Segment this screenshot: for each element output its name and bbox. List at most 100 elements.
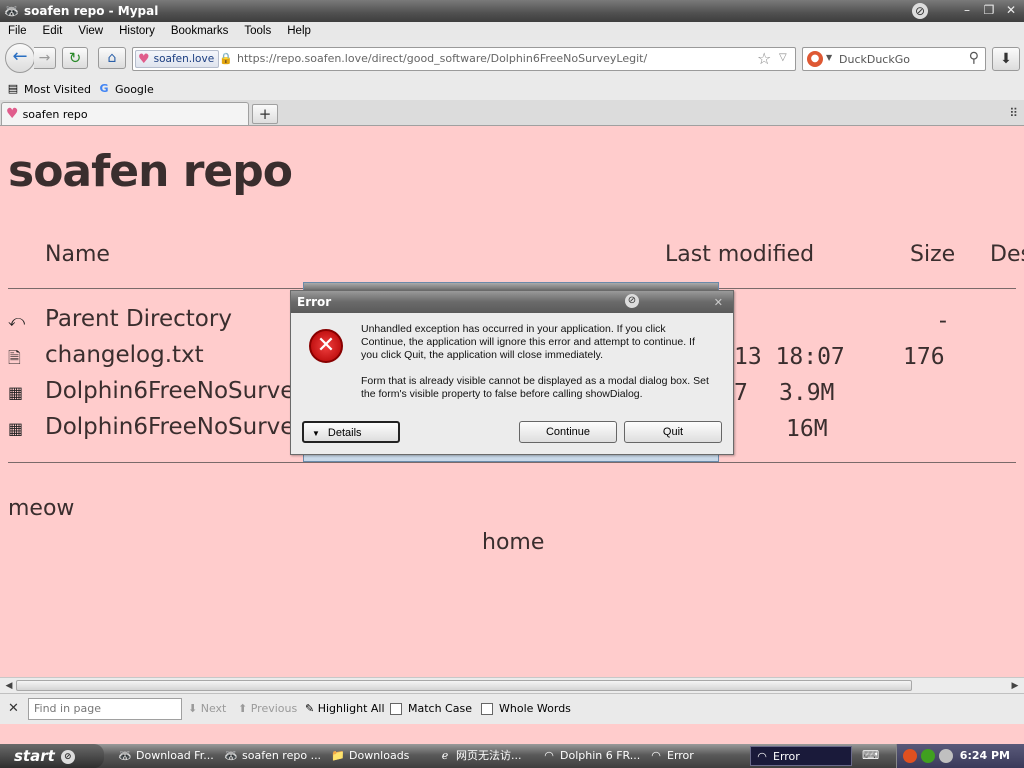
url-dropdown-icon[interactable]: ▽ bbox=[779, 52, 787, 63]
site-identity-button[interactable]: ♥ soafen.love bbox=[135, 50, 220, 68]
close-icon[interactable]: ✕ bbox=[1004, 2, 1018, 18]
tray-icon-orange[interactable] bbox=[903, 749, 917, 763]
find-next-button[interactable]: ⬇ Next bbox=[188, 702, 226, 715]
file-size: 3.9M bbox=[779, 380, 835, 406]
menu-tools[interactable]: Tools bbox=[236, 25, 279, 37]
taskbar-item-label: soafen repo ... bbox=[242, 749, 322, 762]
home-button[interactable]: ⌂ bbox=[98, 47, 126, 69]
taskbar-item-active[interactable]: ◠ Error bbox=[750, 746, 852, 766]
bookmark-most-visited[interactable]: ▤ Most Visited bbox=[6, 82, 91, 96]
divider bbox=[8, 462, 1016, 463]
reload-button[interactable]: ↻ bbox=[62, 47, 88, 69]
home-link[interactable]: home bbox=[482, 530, 544, 555]
details-button[interactable]: ▼ Details bbox=[302, 421, 400, 443]
highlight-all-label: Highlight All bbox=[317, 702, 385, 715]
match-case-label: Match Case bbox=[408, 702, 472, 715]
find-previous-button[interactable]: ⬆ Previous bbox=[238, 702, 297, 715]
browser-icon: 🦝 bbox=[224, 749, 238, 762]
highlight-all-button[interactable]: ✎ Highlight All bbox=[305, 702, 385, 715]
column-header-name[interactable]: Name bbox=[45, 242, 110, 267]
new-tab-button[interactable]: + bbox=[252, 104, 278, 124]
match-case-checkbox[interactable]: Match Case bbox=[390, 702, 472, 715]
downloads-button[interactable]: ⬇ bbox=[992, 47, 1020, 71]
dialog-close-icon[interactable]: ✕ bbox=[714, 296, 723, 309]
restore-icon[interactable]: ❐ bbox=[982, 2, 996, 18]
taskbar-item[interactable]: 🦝 soafen repo ... bbox=[220, 746, 322, 766]
bookmark-google[interactable]: G Google bbox=[97, 82, 153, 96]
dolphin-icon: ◠ bbox=[757, 750, 767, 763]
menu-edit[interactable]: Edit bbox=[35, 25, 71, 37]
taskbar-item[interactable]: ℯ 网页无法访... bbox=[434, 746, 532, 766]
column-header-description[interactable]: Des bbox=[990, 242, 1024, 267]
theme-badge-icon: ⊘ bbox=[912, 3, 928, 19]
window-controls: – ❐ ✕ bbox=[960, 2, 1018, 18]
whole-words-checkbox[interactable]: Whole Words bbox=[481, 702, 571, 715]
duckduckgo-icon[interactable]: ● bbox=[807, 51, 823, 67]
plus-icon: + bbox=[258, 105, 272, 123]
bookmark-star-icon[interactable]: ☆ bbox=[757, 49, 771, 68]
page-title: soafen repo bbox=[8, 146, 293, 197]
arrow-down-icon: ⬇ bbox=[188, 702, 198, 715]
taskbar-item[interactable]: 📁 Downloads bbox=[327, 746, 427, 766]
taskbar-item[interactable]: 🦝 Download Fr... bbox=[114, 746, 214, 766]
taskbar-item[interactable]: ◠ Dolphin 6 FR... bbox=[538, 746, 640, 766]
horizontal-scrollbar[interactable]: ◀ ▶ bbox=[0, 677, 1024, 693]
menu-bookmarks[interactable]: Bookmarks bbox=[163, 25, 237, 37]
google-icon: G bbox=[99, 82, 109, 95]
dialog-title: Error bbox=[291, 291, 733, 313]
favicon-heart-icon: ♥ bbox=[6, 106, 19, 122]
tab-bar: ♥ soafen repo + ⠿ bbox=[0, 100, 1024, 126]
taskbar-item[interactable]: ◠ Error bbox=[645, 746, 743, 766]
tray-icon-gray[interactable] bbox=[939, 749, 953, 763]
back-button[interactable]: ← bbox=[5, 43, 35, 73]
keyboard-icon[interactable]: ⌨ bbox=[862, 748, 879, 764]
find-input[interactable]: Find in page bbox=[28, 698, 182, 720]
file-size: 16M bbox=[786, 416, 828, 442]
whole-words-label: Whole Words bbox=[499, 702, 571, 715]
file-link[interactable]: Dolphin6FreeNoSurveyL bbox=[45, 378, 321, 404]
file-link[interactable]: Dolphin6FreeNoSurveyL bbox=[45, 414, 321, 440]
clock: 6:24 PM bbox=[959, 749, 1010, 762]
menu-history[interactable]: History bbox=[111, 25, 163, 37]
dialog-message-primary: Unhandled exception has occurred in your… bbox=[361, 323, 695, 361]
search-input[interactable]: DuckDuckGo bbox=[839, 53, 910, 66]
menu-view[interactable]: View bbox=[70, 25, 111, 37]
tab-soafen-repo[interactable]: ♥ soafen repo bbox=[1, 102, 249, 125]
search-bar[interactable]: ● ▼ DuckDuckGo ⚲ bbox=[802, 47, 986, 71]
bookmark-label: Most Visited bbox=[24, 82, 91, 96]
column-header-size[interactable]: Size bbox=[910, 242, 955, 267]
search-icon[interactable]: ⚲ bbox=[969, 50, 979, 66]
arrow-up-icon: ⬆ bbox=[238, 702, 248, 715]
bookmark-folder-icon: ▤ bbox=[7, 82, 19, 95]
tray-icon-green[interactable] bbox=[921, 749, 935, 763]
url-bar[interactable]: ♥ soafen.love 🔒 https://repo.soafen.love… bbox=[132, 47, 796, 71]
continue-button[interactable]: Continue bbox=[519, 421, 617, 443]
file-link[interactable]: Parent Directory bbox=[45, 306, 232, 332]
start-button[interactable]: start ⊘ bbox=[0, 744, 104, 768]
minimize-icon[interactable]: – bbox=[960, 2, 974, 18]
tab-list-icon[interactable]: ⠿ bbox=[1009, 106, 1018, 120]
chevron-down-icon[interactable]: ▼ bbox=[826, 53, 832, 62]
menu-file[interactable]: File bbox=[0, 25, 35, 37]
file-link[interactable]: changelog.txt bbox=[45, 342, 204, 368]
reload-icon: ↻ bbox=[68, 49, 82, 67]
quit-button[interactable]: Quit bbox=[624, 421, 722, 443]
forward-button[interactable]: → bbox=[34, 47, 56, 69]
file-size: 176 bbox=[903, 344, 945, 370]
browser-icon: 🦝 bbox=[118, 749, 132, 762]
binary-file-icon: ▦ bbox=[8, 419, 24, 438]
scroll-left-icon[interactable]: ◀ bbox=[2, 679, 16, 693]
menu-help[interactable]: Help bbox=[279, 25, 319, 37]
site-identity-label: soafen.love bbox=[153, 53, 215, 65]
url-text[interactable]: https://repo.soafen.love/direct/good_sof… bbox=[237, 52, 647, 65]
close-icon[interactable]: ✕ bbox=[8, 701, 19, 716]
scroll-right-icon[interactable]: ▶ bbox=[1008, 679, 1022, 693]
lock-icon: 🔒 bbox=[219, 52, 233, 65]
parent-dir-icon: ⤺ bbox=[8, 311, 26, 330]
file-modified: 7 bbox=[734, 380, 748, 406]
menu-bar: File Edit View History Bookmarks Tools H… bbox=[0, 22, 1024, 40]
window-title: soafen repo - Mypal bbox=[24, 4, 159, 18]
scrollbar-thumb[interactable] bbox=[16, 680, 912, 691]
dialog-message-detail: Form that is already visible cannot be d… bbox=[361, 375, 709, 400]
column-header-last-modified[interactable]: Last modified bbox=[665, 242, 814, 267]
